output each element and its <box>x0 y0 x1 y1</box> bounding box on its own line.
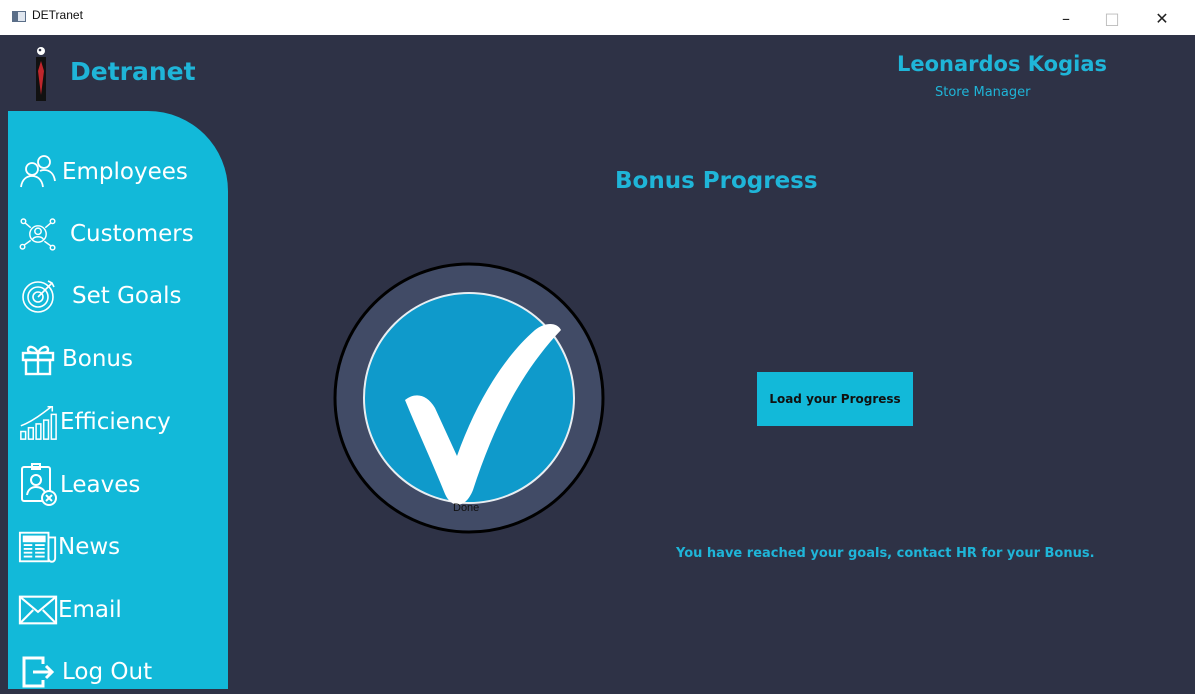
load-progress-button[interactable]: Load your Progress <box>757 372 913 426</box>
progress-status: Done <box>453 502 480 514</box>
bar-chart-icon <box>18 402 58 442</box>
tie-figure-icon <box>36 47 46 101</box>
page-title: Bonus Progress <box>615 168 818 194</box>
sidebar-item-label: Employees <box>62 159 188 185</box>
brand-name: Detranet <box>70 57 196 86</box>
maximize-icon: □ <box>1104 8 1120 28</box>
minimize-icon: – <box>1062 8 1070 28</box>
user-role: Store Manager <box>935 85 1031 100</box>
sidebar-item-label: Leaves <box>60 472 141 498</box>
app-icon <box>12 11 26 22</box>
sidebar-item-news[interactable]: News <box>18 525 120 569</box>
user-name: Leonardos Kogias <box>896 52 1107 76</box>
maximize-button[interactable]: □ <box>1089 4 1135 32</box>
newspaper-icon <box>18 527 58 567</box>
bonus-message: You have reached your goals, contact HR … <box>676 546 1095 561</box>
close-icon: ✕ <box>1155 8 1169 28</box>
sidebar-item-label: Log Out <box>62 659 153 685</box>
sidebar-item-leaves[interactable]: Leaves <box>18 463 140 507</box>
sidebar-item-email[interactable]: Email <box>18 588 122 632</box>
window-titlebar: DETranet – □ ✕ <box>0 0 1195 35</box>
sidebar-item-label: Customers <box>70 221 194 247</box>
sidebar-item-set-goals[interactable]: Set Goals <box>18 274 181 318</box>
customer-network-icon <box>18 214 58 254</box>
sidebar-item-label: Efficiency <box>60 409 171 435</box>
sidebar-item-employees[interactable]: Employees <box>18 150 188 194</box>
sidebar-item-bonus[interactable]: Bonus <box>18 337 133 381</box>
sidebar-item-label: Bonus <box>62 346 133 372</box>
envelope-icon <box>18 590 58 630</box>
sidebar-item-label: Set Goals <box>72 283 182 309</box>
sidebar-item-label: News <box>58 534 121 560</box>
badge-cancel-icon <box>18 463 58 506</box>
gift-icon <box>18 339 58 379</box>
target-icon <box>18 276 58 316</box>
sidebar-item-log-out[interactable]: Log Out <box>18 650 152 694</box>
window-title: DETranet <box>32 8 83 22</box>
users-icon <box>18 152 58 192</box>
sidebar-item-efficiency[interactable]: Efficiency <box>18 400 171 444</box>
sidebar-item-customers[interactable]: Customers <box>18 212 194 256</box>
sidebar-item-label: Email <box>58 597 122 623</box>
progress-dial <box>333 262 605 534</box>
minimize-button[interactable]: – <box>1043 4 1089 32</box>
logout-icon <box>18 652 58 692</box>
close-button[interactable]: ✕ <box>1139 4 1185 32</box>
